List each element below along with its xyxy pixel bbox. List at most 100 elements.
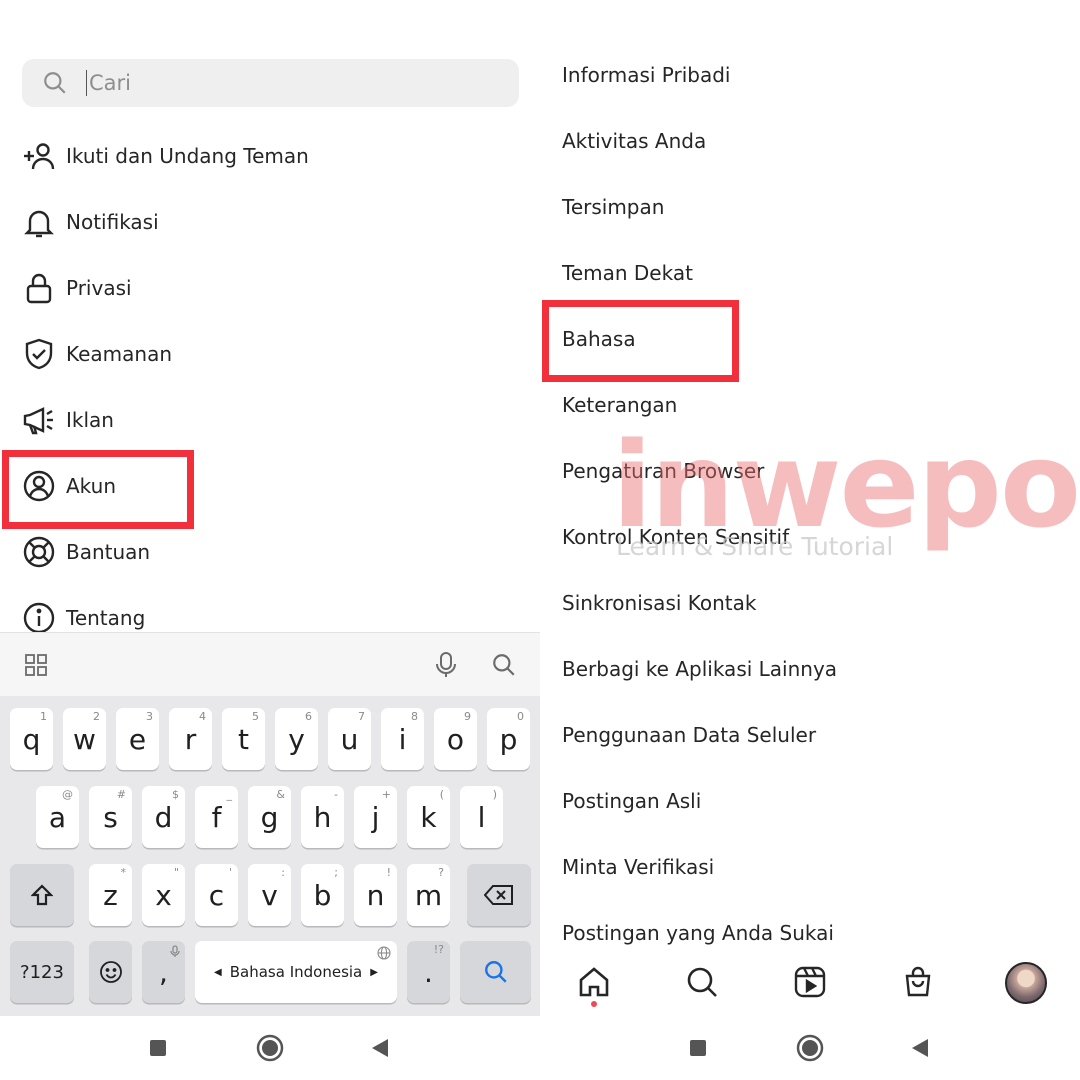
key-l[interactable]: l) [460, 786, 503, 848]
search-bar[interactable] [22, 59, 519, 107]
key-t[interactable]: t5 [222, 708, 265, 770]
menu-item-label: Bantuan [66, 540, 151, 564]
emoji-key[interactable] [89, 941, 132, 1003]
microphone-icon[interactable] [435, 651, 457, 679]
key-k[interactable]: k( [407, 786, 450, 848]
settings-item[interactable]: Keterangan [562, 393, 677, 417]
key-h[interactable]: h- [301, 786, 344, 848]
settings-item[interactable]: Minta Verifikasi [562, 855, 714, 879]
key-hint: 3 [146, 710, 153, 723]
recents-button[interactable] [142, 1032, 174, 1064]
settings-item[interactable]: Tersimpan [562, 195, 664, 219]
search-tab-icon [687, 967, 717, 997]
key-label: x [155, 878, 172, 912]
symbols-key-label: ?123 [20, 961, 64, 983]
settings-item[interactable]: Berbagi ke Aplikasi Lainnya [562, 657, 837, 681]
key-label: y [288, 722, 305, 756]
menu-item-ads[interactable]: Iklan [0, 387, 540, 453]
shield-check-icon [22, 337, 56, 371]
key-q[interactable]: q1 [10, 708, 53, 770]
space-key[interactable]: ◀ Bahasa Indonesia ▶ [195, 941, 397, 1003]
keyboard-toolbar [0, 632, 540, 696]
key-label: v [261, 878, 278, 912]
symbols-key[interactable]: ?123 [10, 941, 74, 1003]
key-label: z [103, 878, 118, 912]
tab-home[interactable] [574, 962, 614, 1002]
key-x[interactable]: x " [142, 864, 185, 926]
search-action-key[interactable] [460, 941, 531, 1003]
search-icon [44, 72, 66, 94]
settings-item[interactable]: Sinkronisasi Kontak [562, 591, 756, 615]
settings-item[interactable]: Kontrol Konten Sensitif [562, 525, 789, 549]
key-o[interactable]: o9 [434, 708, 477, 770]
home-button-right[interactable] [794, 1032, 826, 1064]
key-hint: " [173, 866, 179, 879]
settings-item[interactable]: Penggunaan Data Seluler [562, 723, 816, 747]
key-p[interactable]: p0 [487, 708, 530, 770]
home-button[interactable] [254, 1032, 286, 1064]
settings-item[interactable]: Informasi Pribadi [562, 63, 731, 87]
language-right-arrow-icon: ▶ [370, 966, 378, 978]
key-e[interactable]: e3 [116, 708, 159, 770]
key-j[interactable]: j + [354, 786, 397, 848]
key-hint: + [381, 788, 391, 801]
keyboard-search-icon[interactable] [491, 652, 517, 678]
tab-search[interactable] [682, 962, 722, 1002]
settings-item[interactable]: Postingan yang Anda Sukai [562, 921, 834, 945]
settings-item[interactable]: Postingan Asli [562, 789, 701, 813]
key-label: u [340, 722, 359, 756]
globe-icon [377, 946, 391, 960]
key-c[interactable]: c ' [195, 864, 238, 926]
key-label: j [371, 800, 380, 834]
key-z[interactable]: z * [89, 864, 132, 926]
bell-icon [22, 205, 56, 239]
key-label: t [238, 722, 249, 756]
language-left-arrow-icon: ◀ [214, 966, 222, 978]
shopping-bag-icon [905, 966, 931, 997]
period-key[interactable]: . !? [407, 941, 450, 1003]
key-m[interactable]: m? [407, 864, 450, 926]
key-b[interactable]: b; [301, 864, 344, 926]
tab-reels[interactable] [790, 962, 830, 1002]
key-s[interactable]: s # [89, 786, 132, 848]
comma-key[interactable]: , [142, 941, 185, 1003]
back-button-right[interactable] [904, 1032, 936, 1064]
menu-item-security[interactable]: Keamanan [0, 321, 540, 387]
key-d[interactable]: d $ [142, 786, 185, 848]
comma-key-label: , [159, 955, 168, 989]
menu-item-privacy[interactable]: Privasi [0, 255, 540, 321]
key-hint: ? [438, 866, 444, 879]
key-hint: 7 [358, 710, 365, 723]
tab-shop[interactable] [898, 962, 938, 1002]
reels-icon [794, 966, 826, 998]
key-hint: ) [492, 788, 497, 801]
back-button[interactable] [364, 1032, 396, 1064]
key-w[interactable]: w2 [63, 708, 106, 770]
recents-button-right[interactable] [682, 1032, 714, 1064]
key-f[interactable]: f _ [195, 786, 238, 848]
key-r[interactable]: r4 [169, 708, 212, 770]
settings-item[interactable]: Aktivitas Anda [562, 129, 706, 153]
search-input[interactable] [86, 70, 466, 96]
menu-item-follow-invite[interactable]: Ikuti dan Undang Teman [0, 123, 540, 189]
key-g[interactable]: g & [248, 786, 291, 848]
key-label: m [414, 878, 443, 912]
menu-item-notifications[interactable]: Notifikasi [0, 189, 540, 255]
settings-item[interactable]: Pengaturan Browser [562, 459, 764, 483]
key-n[interactable]: n! [354, 864, 397, 926]
key-a[interactable]: a @ [36, 786, 79, 848]
circle-home-icon [796, 1034, 824, 1062]
profile-avatar[interactable] [1005, 962, 1047, 1004]
key-y[interactable]: y6 [275, 708, 318, 770]
menu-item-label: Notifikasi [66, 210, 159, 234]
key-label: g [260, 800, 279, 834]
highlight-box-language [542, 300, 739, 382]
shift-key[interactable] [10, 864, 74, 926]
grid-icon[interactable] [24, 653, 48, 677]
settings-item[interactable]: Teman Dekat [562, 261, 693, 285]
key-u[interactable]: u7 [328, 708, 371, 770]
key-v[interactable]: v: [248, 864, 291, 926]
key-i[interactable]: i8 [381, 708, 424, 770]
backspace-key[interactable] [467, 864, 531, 926]
key-hint: 0 [517, 710, 524, 723]
